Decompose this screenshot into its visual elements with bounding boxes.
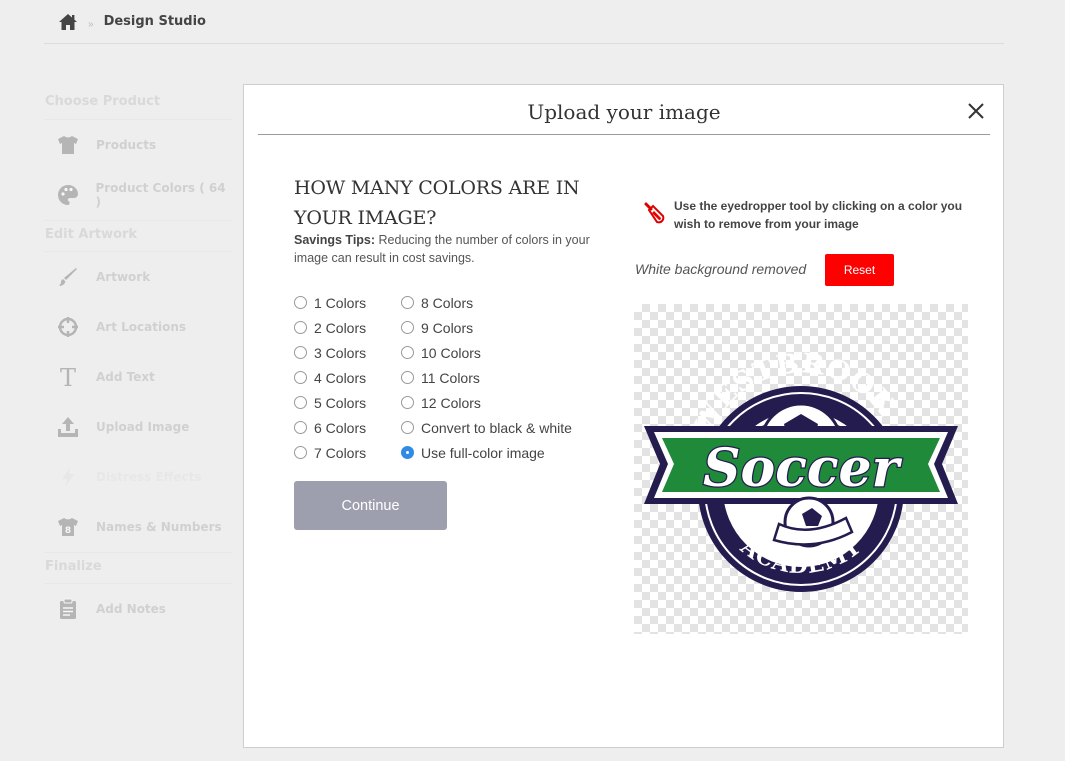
- upload-image-modal: Upload your image HOW MANY COLORS ARE IN…: [243, 84, 1004, 748]
- sidebar-item-label: Products: [96, 138, 157, 152]
- radio-button[interactable]: [401, 346, 414, 359]
- eyedropper-hint: Use the eyedropper tool by clicking on a…: [642, 197, 972, 233]
- section-title-edit-artwork: Edit Artwork: [45, 220, 232, 252]
- color-options-column-1: 1 Colors 2 Colors 3 Colors 4 Colors 5 Co…: [294, 290, 366, 465]
- continue-button[interactable]: Continue: [294, 481, 447, 530]
- radio-button[interactable]: [401, 371, 414, 384]
- svg-text:T: T: [60, 365, 76, 389]
- radio-option[interactable]: 10 Colors: [401, 340, 572, 365]
- radio-option[interactable]: 6 Colors: [294, 415, 366, 440]
- savings-tips-label: Savings Tips:: [294, 233, 376, 247]
- radio-option[interactable]: 1 Colors: [294, 290, 366, 315]
- reset-button[interactable]: Reset: [825, 254, 894, 286]
- radio-option[interactable]: 7 Colors: [294, 440, 366, 465]
- sidebar-item-label: Art Locations: [96, 320, 186, 334]
- eyedropper-icon[interactable]: [642, 201, 666, 225]
- eyedropper-text: Use the eyedropper tool by clicking on a…: [674, 199, 963, 231]
- sidebar-item-add-notes[interactable]: Add Notes: [44, 584, 232, 634]
- jersey-icon: 8: [56, 515, 80, 539]
- lightning-icon: [56, 465, 80, 489]
- close-icon[interactable]: [966, 101, 986, 121]
- radio-button[interactable]: [294, 396, 307, 409]
- radio-option[interactable]: 11 Colors: [401, 365, 572, 390]
- radio-button[interactable]: [294, 446, 307, 459]
- text-icon: T: [56, 365, 80, 389]
- sidebar-item-artwork[interactable]: Artwork: [44, 252, 232, 302]
- home-icon[interactable]: [58, 13, 78, 31]
- sidebar: Choose Product Products Product Colors (…: [44, 88, 232, 634]
- modal-header: Upload your image: [258, 85, 990, 135]
- sidebar-item-label: Artwork: [96, 270, 151, 284]
- sidebar-item-add-text[interactable]: T Add Text: [44, 352, 232, 402]
- sidebar-item-label: Product Colors ( 64 ): [95, 181, 226, 209]
- radio-option[interactable]: 8 Colors: [401, 290, 572, 315]
- sidebar-item-distress-effects: Distress Effects: [44, 452, 232, 502]
- breadcrumb-separator: »: [88, 19, 94, 30]
- radio-button[interactable]: [401, 421, 414, 434]
- radio-option[interactable]: 5 Colors: [294, 390, 366, 415]
- tshirt-icon: [56, 133, 80, 157]
- sidebar-item-art-locations[interactable]: Art Locations: [44, 302, 232, 352]
- radio-option-selected[interactable]: Use full-color image: [401, 440, 572, 465]
- svg-text:8: 8: [65, 526, 71, 536]
- section-title-finalize: Finalize: [45, 552, 232, 584]
- radio-option[interactable]: 4 Colors: [294, 365, 366, 390]
- colors-heading: HOW MANY COLORS ARE IN YOUR IMAGE?: [294, 177, 580, 229]
- notes-icon: [56, 597, 80, 621]
- radio-option[interactable]: 12 Colors: [401, 390, 572, 415]
- radio-button[interactable]: [294, 371, 307, 384]
- breadcrumb-current: Design Studio: [103, 14, 206, 29]
- section-title-choose-product: Choose Product: [45, 88, 232, 120]
- radio-button[interactable]: [294, 346, 307, 359]
- radio-button[interactable]: [294, 421, 307, 434]
- image-preview[interactable]: WESTBROOKE Soccer ACADEMY: [634, 304, 968, 634]
- logo-center-text: Soccer: [703, 438, 903, 499]
- radio-option[interactable]: 9 Colors: [401, 315, 572, 340]
- sidebar-item-label: Add Notes: [96, 602, 166, 616]
- sidebar-item-label: Names & Numbers: [96, 520, 222, 534]
- crosshair-icon: [56, 315, 80, 339]
- modal-title: Upload your image: [527, 100, 721, 124]
- color-options-column-2: 8 Colors 9 Colors 10 Colors 11 Colors 12…: [401, 290, 572, 465]
- brush-icon: [56, 265, 80, 289]
- sidebar-item-product-colors[interactable]: Product Colors ( 64 ): [44, 170, 232, 220]
- radio-option[interactable]: 2 Colors: [294, 315, 366, 340]
- radio-button[interactable]: [294, 321, 307, 334]
- radio-button[interactable]: [294, 296, 307, 309]
- palette-icon: [56, 183, 79, 207]
- background-removed-status: White background removed: [635, 261, 807, 277]
- sidebar-item-label: Add Text: [96, 370, 155, 384]
- sidebar-item-names-numbers[interactable]: 8 Names & Numbers: [44, 502, 232, 552]
- sidebar-item-products[interactable]: Products: [44, 120, 232, 170]
- radio-option[interactable]: 3 Colors: [294, 340, 366, 365]
- sidebar-item-label: Distress Effects: [96, 470, 202, 484]
- breadcrumb: » Design Studio: [44, 0, 1004, 44]
- upload-icon: [56, 415, 80, 439]
- radio-button[interactable]: [401, 321, 414, 334]
- sidebar-item-upload-image[interactable]: Upload Image: [44, 402, 232, 452]
- radio-button[interactable]: [401, 396, 414, 409]
- savings-tips: Savings Tips: Reducing the number of col…: [294, 231, 609, 267]
- radio-button-checked[interactable]: [401, 446, 414, 459]
- soccer-academy-logo: WESTBROOKE Soccer ACADEMY: [634, 304, 958, 592]
- sidebar-item-label: Upload Image: [96, 420, 190, 434]
- radio-button[interactable]: [401, 296, 414, 309]
- radio-option[interactable]: Convert to black & white: [401, 415, 572, 440]
